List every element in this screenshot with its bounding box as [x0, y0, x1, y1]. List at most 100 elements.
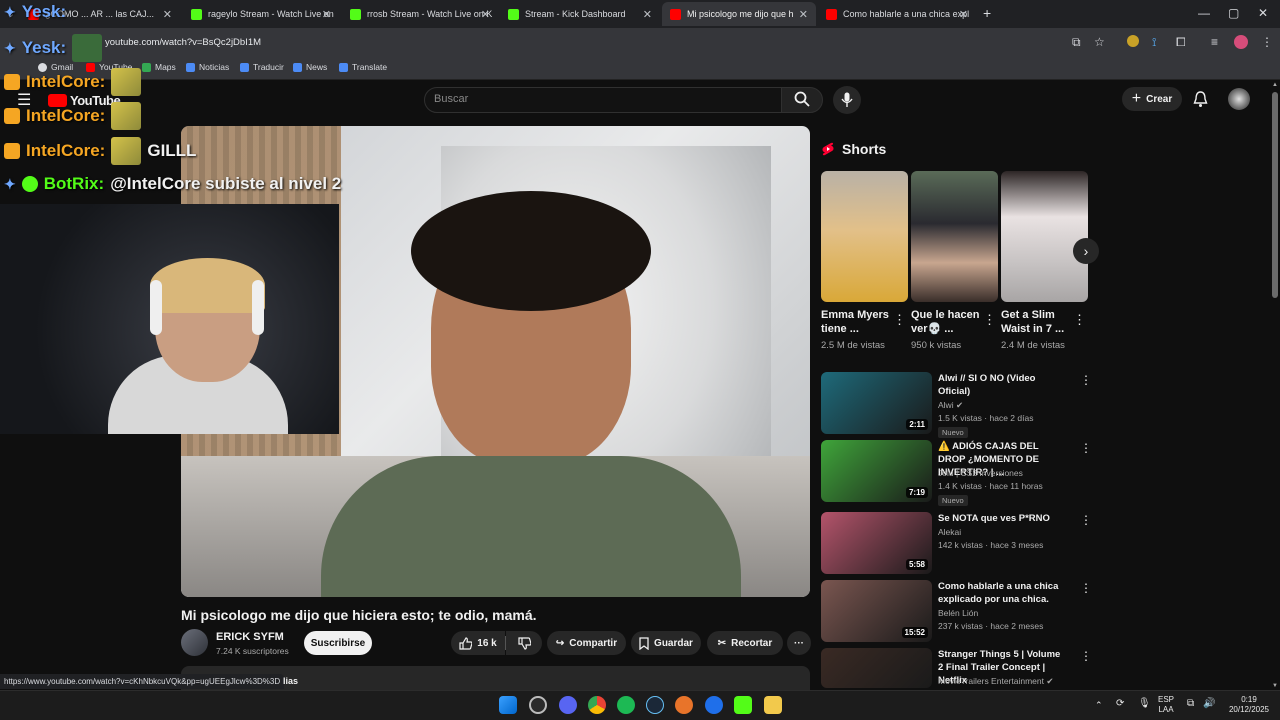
bookmark-maps[interactable]: Maps: [142, 62, 176, 72]
short-menu-icon[interactable]: ⋮: [983, 312, 996, 328]
short-title[interactable]: Emma Myers tiene ...: [821, 308, 896, 336]
maximize-button[interactable]: ▢: [1228, 6, 1239, 20]
browser-tab[interactable]: rrosb Stream - Watch Live on K ✕: [342, 2, 498, 26]
browser-tab[interactable]: Mi psicologo me dijo que h ✕: [662, 2, 816, 26]
recommendation-thumbnail[interactable]: 7:19: [821, 440, 932, 502]
browser-tab[interactable]: Como hablarle a una chica expl ✕: [818, 2, 976, 26]
bookmark-star-icon[interactable]: ☆: [1094, 35, 1105, 49]
discord-icon[interactable]: [559, 696, 577, 714]
short-thumbnail[interactable]: [1001, 171, 1088, 302]
browser-menu-icon[interactable]: ⋮: [1261, 35, 1273, 49]
spotify-icon[interactable]: [617, 696, 635, 714]
account-avatar[interactable]: [1228, 88, 1250, 110]
like-button[interactable]: 16 k: [451, 631, 505, 655]
recommendation-title[interactable]: Se NOTA que ves P*RNO: [938, 512, 1068, 525]
bookmark-news[interactable]: News: [293, 62, 327, 72]
translate-extension-icon[interactable]: ⟟: [1152, 35, 1156, 50]
recommendation-channel[interactable]: Belén Lión: [938, 608, 978, 618]
video-duration: 2:11: [906, 419, 928, 430]
language-indicator[interactable]: ESP LAA: [1158, 695, 1174, 715]
close-tab-icon[interactable]: ✕: [643, 8, 652, 21]
tab-title: Mi psicologo me dijo que h: [687, 9, 794, 19]
channel-name[interactable]: ERICK SYFM: [216, 631, 284, 643]
clock[interactable]: 0:19 20/12/2025: [1224, 695, 1274, 715]
notifications-bell-icon[interactable]: [1193, 91, 1208, 108]
recommendation-menu-icon[interactable]: ⋮: [1080, 581, 1092, 595]
shorts-next-button[interactable]: ›: [1073, 238, 1099, 264]
brave-icon[interactable]: [675, 696, 693, 714]
dislike-button[interactable]: [506, 631, 542, 655]
short-title[interactable]: Get a Slim Waist in 7 ...: [1001, 308, 1076, 336]
recommendation-channel[interactable]: MovieTrailers Entertainment ✔: [938, 676, 1053, 687]
short-menu-icon[interactable]: ⋮: [1073, 312, 1086, 328]
scroll-up-icon[interactable]: ▲: [1272, 82, 1278, 88]
recommendation-thumbnail[interactable]: 5:58: [821, 512, 932, 574]
short-menu-icon[interactable]: ⋮: [893, 312, 906, 328]
steam-icon[interactable]: [646, 696, 664, 714]
sync-icon[interactable]: ⟳: [1116, 699, 1124, 709]
search-input[interactable]: Buscar: [434, 93, 468, 105]
recommendation-thumbnail[interactable]: 2:11: [821, 372, 932, 434]
new-tab-button[interactable]: +: [983, 5, 991, 21]
network-icon[interactable]: ⧉: [1187, 699, 1194, 709]
scroll-down-icon[interactable]: ▼: [1272, 683, 1278, 689]
extensions-puzzle-icon[interactable]: ⧠: [1176, 35, 1186, 50]
media-control-icon[interactable]: ≡: [1211, 35, 1218, 49]
browser-tab[interactable]: Stream - Kick Dashboard ✕: [500, 2, 660, 26]
app-icon[interactable]: [529, 696, 547, 714]
address-input[interactable]: youtube.com/watch?v=BsQc2jDbI1M: [105, 37, 261, 48]
new-badge: Nuevo: [938, 495, 968, 506]
recommendation-channel[interactable]: Alwi ✔: [938, 400, 963, 411]
subscribe-button[interactable]: Suscribirse: [304, 631, 372, 655]
channel-avatar[interactable]: [181, 629, 208, 656]
bookmark-noticias[interactable]: Noticias: [186, 62, 229, 72]
save-button[interactable]: Guardar: [631, 631, 701, 655]
create-button[interactable]: + Crear: [1122, 87, 1182, 111]
recommendation-menu-icon[interactable]: ⋮: [1080, 441, 1092, 455]
recommendation-title[interactable]: Como hablarle a una chica explicado por …: [938, 580, 1068, 606]
recommendation-menu-icon[interactable]: ⋮: [1080, 513, 1092, 527]
recommendation-thumbnail[interactable]: 15:52: [821, 580, 932, 642]
scrollbar-thumb[interactable]: [1272, 92, 1278, 298]
overlay-chat-line: ✦ Yesk:: [4, 2, 67, 21]
translate-icon: [240, 62, 249, 72]
kick-icon[interactable]: [734, 696, 752, 714]
extension-icon[interactable]: [1127, 35, 1139, 47]
chrome-icon[interactable]: [588, 696, 606, 714]
close-tab-icon[interactable]: ✕: [959, 8, 968, 21]
recommendation-title[interactable]: Alwi // SI O NO (Video Oficial): [938, 372, 1068, 398]
bookmark-traducir[interactable]: Traducir: [240, 62, 284, 72]
share-button[interactable]: ↪ Compartir: [547, 631, 626, 655]
volume-icon[interactable]: 🔊: [1203, 699, 1215, 709]
short-thumbnail[interactable]: [821, 171, 908, 302]
short-thumbnail[interactable]: [911, 171, 998, 302]
browser-tab[interactable]: rageylo Stream - Watch Live on ✕: [183, 2, 339, 26]
file-explorer-icon[interactable]: [764, 696, 782, 714]
install-app-icon[interactable]: ⧉: [1072, 35, 1081, 50]
short-title[interactable]: Que le hacen ver💀 ...: [911, 308, 986, 336]
recommendation-channel[interactable]: Alekai: [938, 527, 961, 537]
close-window-button[interactable]: ✕: [1258, 6, 1268, 20]
recommendation-menu-icon[interactable]: ⋮: [1080, 373, 1092, 387]
bookmark-translate[interactable]: Translate: [339, 62, 387, 72]
windows-start-icon[interactable]: [499, 696, 517, 714]
close-tab-icon[interactable]: ✕: [322, 8, 331, 21]
more-actions-button[interactable]: ···: [787, 631, 811, 655]
video-person-hair: [411, 191, 651, 311]
browser-app-icon[interactable]: [705, 696, 723, 714]
tray-overflow-icon[interactable]: ⌃: [1095, 700, 1103, 710]
video-title: Mi psicologo me dijo que hiciera esto; t…: [181, 607, 537, 623]
minimize-button[interactable]: —: [1198, 6, 1210, 20]
clip-button[interactable]: ✂ Recortar: [707, 631, 783, 655]
mic-tray-icon[interactable]: 🎙: [1138, 699, 1151, 709]
profile-avatar[interactable]: [1234, 35, 1248, 49]
search-box[interactable]: [424, 87, 782, 113]
recommendation-meta: 1.4 K vistas · hace 11 horas: [938, 481, 1043, 491]
subscriber-count: 7.24 K suscriptores: [216, 646, 289, 656]
close-tab-icon[interactable]: ✕: [163, 8, 172, 21]
close-tab-icon[interactable]: ✕: [799, 8, 808, 21]
recommendation-channel[interactable]: Jolu | CS2 Inversiones: [938, 468, 1023, 478]
recommendation-menu-icon[interactable]: ⋮: [1080, 649, 1092, 663]
recommendation-thumbnail[interactable]: [821, 648, 932, 688]
close-tab-icon[interactable]: ✕: [481, 8, 490, 21]
